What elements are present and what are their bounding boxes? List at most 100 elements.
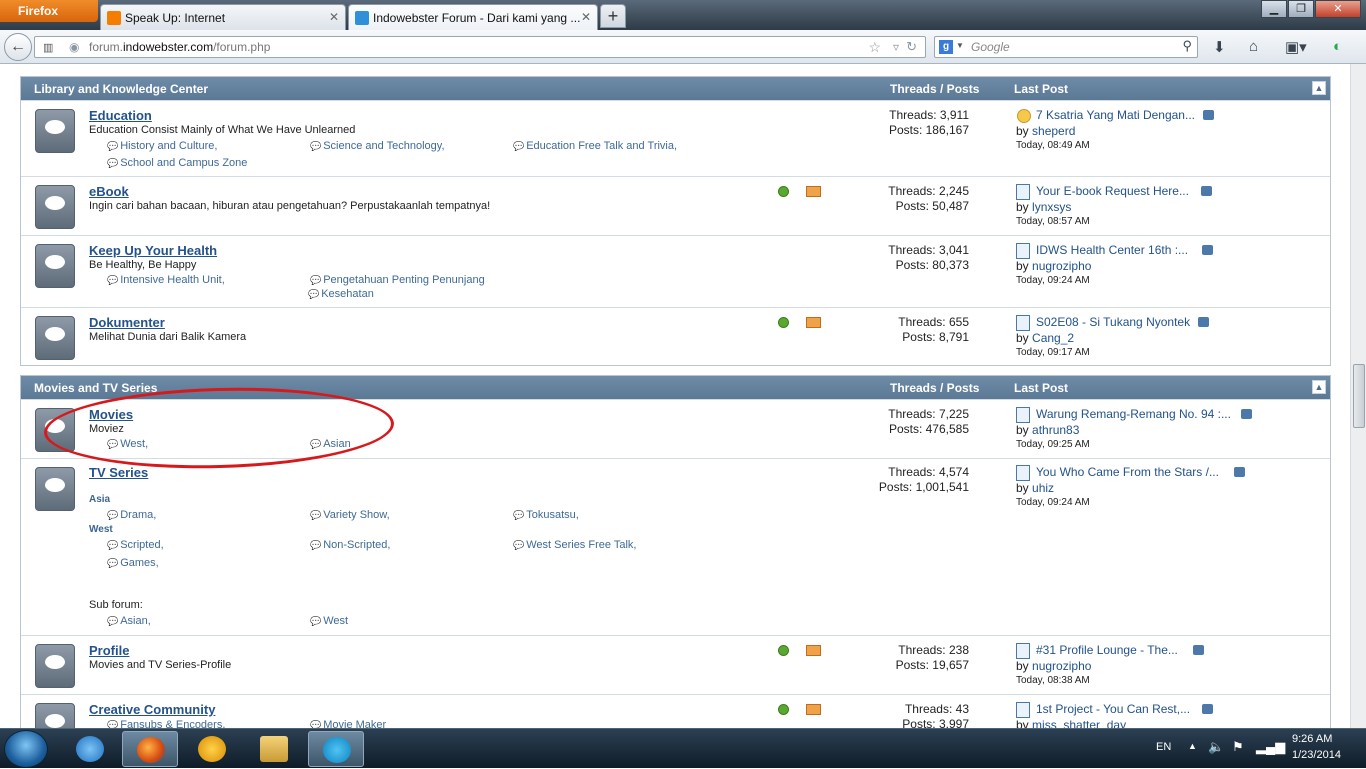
forum-title[interactable]: Dokumenter xyxy=(89,315,165,330)
subforum-link[interactable]: Games, xyxy=(107,557,159,569)
last-post-title[interactable]: #31 Profile Lounge - The... xyxy=(1036,643,1178,657)
scrollbar-thumb[interactable] xyxy=(1353,364,1365,428)
forum-title[interactable]: Keep Up Your Health xyxy=(89,243,217,258)
rss-icon[interactable] xyxy=(806,317,821,328)
collapse-icon[interactable]: ▲ xyxy=(1312,81,1326,95)
go-to-post-icon[interactable] xyxy=(1202,704,1213,714)
subforum-link[interactable]: Asian, xyxy=(107,615,151,627)
search-input[interactable]: g ▼ Google ⚲ xyxy=(934,36,1198,58)
forum-status-icon xyxy=(35,244,75,288)
go-to-post-icon[interactable] xyxy=(1234,467,1245,477)
firefox-menu-button[interactable]: Firefox xyxy=(0,0,98,22)
last-post-title[interactable]: 1st Project - You Can Rest,... xyxy=(1036,702,1190,716)
new-tab-button[interactable]: + xyxy=(600,4,626,28)
category-title[interactable]: Library and Knowledge Center xyxy=(34,82,208,96)
subforum-link[interactable]: School and Campus Zone xyxy=(107,157,247,169)
clock-time[interactable]: 9:26 AM xyxy=(1292,733,1332,745)
rss-icon[interactable] xyxy=(806,645,821,656)
subforum-link[interactable]: Pengetahuan Penting Penunjang xyxy=(310,274,484,286)
subforum-link[interactable]: Intensive Health Unit, xyxy=(107,274,225,286)
subforum-link[interactable]: Variety Show, xyxy=(310,509,389,521)
author-link[interactable]: nugrozipho xyxy=(1032,659,1091,673)
author-link[interactable]: uhiz xyxy=(1032,481,1054,495)
close-window-button[interactable]: ✕ xyxy=(1315,0,1361,18)
last-post-title[interactable]: Your E-book Request Here... xyxy=(1036,184,1189,198)
subforum-link[interactable]: History and Culture, xyxy=(107,140,217,152)
dropdown-arrow-icon[interactable]: ▿ xyxy=(893,40,899,54)
last-post-title[interactable]: 7 Ksatria Yang Mati Dengan... xyxy=(1036,108,1195,122)
clock-date[interactable]: 1/23/2014 xyxy=(1292,749,1341,761)
search-icon[interactable]: ⚲ xyxy=(1182,38,1192,54)
close-tab-icon[interactable]: ✕ xyxy=(581,10,591,24)
subforum-link[interactable]: Scripted, xyxy=(107,539,163,551)
internet-explorer-taskbar-button[interactable] xyxy=(62,731,118,767)
address-bar[interactable]: ▥ ◉ forum.indowebster.com/forum.php ☆ ▿ … xyxy=(34,36,926,58)
home-icon[interactable]: ⌂ xyxy=(1249,38,1258,55)
forum-title[interactable]: TV Series xyxy=(89,465,148,480)
extension-icon[interactable]: ◐ xyxy=(1333,38,1342,55)
action-center-icon[interactable]: ⚑ xyxy=(1232,739,1244,755)
collapse-icon[interactable]: ▲ xyxy=(1312,380,1326,394)
subforum-link-continued[interactable]: Kesehatan xyxy=(308,288,374,300)
tab-speak-up[interactable]: Speak Up: Internet ✕ xyxy=(100,4,346,30)
last-post-author: by nugrozipho xyxy=(1016,659,1091,673)
indowebster-icon xyxy=(355,11,369,25)
last-post-title[interactable]: IDWS Health Center 16th :... xyxy=(1036,243,1188,257)
bookmark-star-icon[interactable]: ☆ xyxy=(868,39,881,56)
firefox-icon xyxy=(137,737,165,763)
go-to-post-icon[interactable] xyxy=(1241,409,1252,419)
go-to-post-icon[interactable] xyxy=(1193,645,1204,655)
go-to-post-icon[interactable] xyxy=(1202,245,1213,255)
go-to-post-icon[interactable] xyxy=(1198,317,1209,327)
last-post-title[interactable]: Warung Remang-Remang No. 94 :... xyxy=(1036,407,1231,421)
tab-indowebster[interactable]: Indowebster Forum - Dari kami yang ... ✕ xyxy=(348,4,598,30)
subforum-link[interactable]: Non-Scripted, xyxy=(310,539,390,551)
firefox-taskbar-button[interactable] xyxy=(122,731,178,767)
start-button[interactable] xyxy=(4,730,48,768)
forum-title[interactable]: Profile xyxy=(89,643,129,658)
last-post-title[interactable]: You Who Came From the Stars /... xyxy=(1036,465,1219,479)
rss-icon[interactable] xyxy=(806,704,821,715)
go-to-post-icon[interactable] xyxy=(1201,186,1212,196)
author-link[interactable]: sheperd xyxy=(1032,124,1075,138)
subforum-link[interactable]: Science and Technology, xyxy=(310,140,444,152)
minimize-button[interactable]: ▁ xyxy=(1261,0,1287,18)
subforum-link[interactable]: Education Free Talk and Trivia, xyxy=(513,140,677,152)
aimp-taskbar-button[interactable] xyxy=(184,731,240,767)
language-indicator[interactable]: EN xyxy=(1156,741,1171,753)
download-icon[interactable]: ⬇ xyxy=(1213,38,1226,56)
go-to-post-icon[interactable] xyxy=(1203,110,1214,120)
category-title[interactable]: Movies and TV Series xyxy=(34,381,157,395)
thread-count: Threads: 3,041 xyxy=(888,243,969,257)
google-icon[interactable]: g xyxy=(939,40,953,54)
vertical-scrollbar[interactable] xyxy=(1350,64,1366,728)
subforum-link[interactable]: Fansubs & Encoders, xyxy=(107,719,225,728)
volume-icon[interactable]: 🔈 xyxy=(1208,739,1224,755)
bookmarks-menu-icon[interactable]: ▣▾ xyxy=(1285,38,1307,56)
author-link[interactable]: Cang_2 xyxy=(1032,331,1074,345)
forum-title[interactable]: eBook xyxy=(89,184,129,199)
back-arrow-icon[interactable]: ← xyxy=(4,33,32,61)
skype-taskbar-button[interactable] xyxy=(308,731,364,767)
subforum-link[interactable]: West Series Free Talk, xyxy=(513,539,636,551)
network-signal-icon[interactable]: ▂▄▆ xyxy=(1256,739,1285,755)
maximize-button[interactable]: ❐ xyxy=(1288,0,1314,18)
forum-title[interactable]: Creative Community xyxy=(89,702,215,717)
author-link[interactable]: athrun83 xyxy=(1032,423,1079,437)
subforum-link[interactable]: Drama, xyxy=(107,509,156,521)
chevron-down-icon[interactable]: ▼ xyxy=(956,41,964,50)
rss-icon[interactable] xyxy=(806,186,821,197)
author-link[interactable]: miss_shatter_day xyxy=(1032,718,1126,728)
author-link[interactable]: nugrozipho xyxy=(1032,259,1091,273)
close-tab-icon[interactable]: ✕ xyxy=(329,10,339,24)
subforum-link[interactable]: Movie Maker xyxy=(310,719,386,728)
subforum-link[interactable]: West xyxy=(310,615,348,627)
show-hidden-icons[interactable]: ▲ xyxy=(1188,741,1197,751)
explorer-taskbar-button[interactable] xyxy=(246,731,302,767)
reload-icon[interactable]: ↻ xyxy=(906,39,917,55)
author-link[interactable]: lynxsys xyxy=(1032,200,1071,214)
last-post-title[interactable]: S02E08 - Si Tukang Nyontek xyxy=(1036,315,1190,329)
column-last-post: Last Post xyxy=(1014,381,1069,395)
forum-title[interactable]: Education xyxy=(89,108,152,123)
subforum-link[interactable]: Tokusatsu, xyxy=(513,509,579,521)
